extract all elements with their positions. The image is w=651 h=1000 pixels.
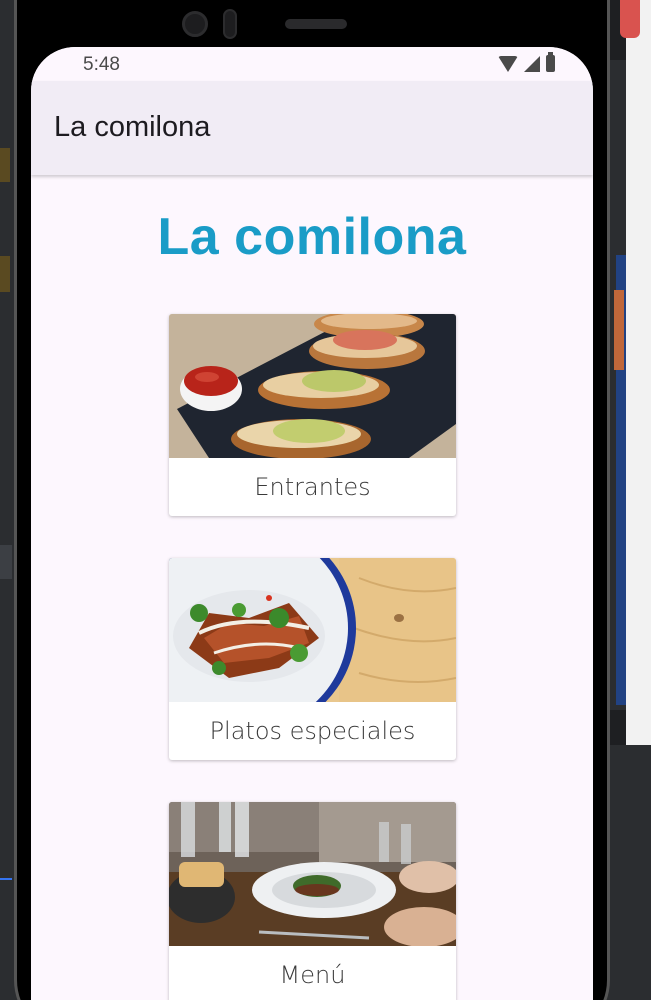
ide-lower-panel — [610, 745, 651, 1000]
card-label: Menú — [279, 961, 346, 989]
page-title: La comilona — [157, 208, 467, 266]
bruschetta-photo — [169, 314, 456, 458]
ide-white-strip — [626, 0, 651, 745]
status-time: 5:48 — [83, 54, 120, 75]
phone-screen: 5:48 La comilona La comilona Entrantes P… — [31, 47, 593, 1000]
status-icons — [498, 52, 555, 72]
card-platos-especiales[interactable]: Platos especiales — [169, 558, 456, 760]
ide-orange-marker — [614, 290, 624, 370]
card-entrantes[interactable]: Entrantes — [169, 314, 456, 516]
card-label: Platos especiales — [209, 717, 416, 745]
sensor-icon — [223, 9, 237, 39]
ide-left-panel — [0, 0, 14, 1000]
signal-icon — [524, 56, 540, 72]
speaker-grille — [285, 19, 347, 29]
ide-red-tag — [620, 0, 640, 38]
ide-right-panel — [610, 0, 651, 1000]
card-menu[interactable]: Menú — [169, 802, 456, 1000]
card-label: Entrantes — [254, 473, 371, 501]
battery-icon — [546, 52, 555, 72]
status-bar: 5:48 — [31, 47, 593, 81]
app-bar-title: La comilona — [54, 111, 211, 143]
ide-selection — [0, 545, 12, 579]
wifi-icon — [498, 56, 518, 72]
camera-icon — [182, 11, 208, 37]
app-bar: La comilona — [31, 81, 593, 175]
plated-dish-photo — [169, 558, 456, 702]
ide-tab-underline — [0, 878, 12, 880]
ide-highlight — [0, 148, 10, 182]
restaurant-table-photo — [169, 802, 456, 946]
ide-highlight — [0, 256, 10, 292]
